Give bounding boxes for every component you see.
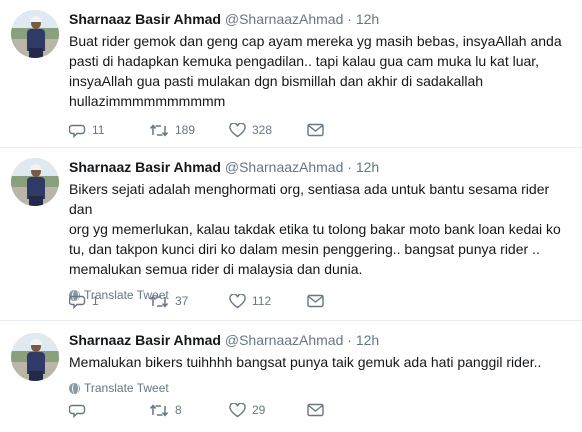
- globe-icon: [69, 382, 80, 394]
- avatar[interactable]: [11, 10, 59, 58]
- reply-icon: [69, 124, 86, 138]
- separator-dot: ·: [347, 159, 352, 175]
- tweet-header: Sharnaaz Basir Ahmad @SharnaazAhmad · 12…: [69, 331, 570, 349]
- like-count: 112: [252, 294, 272, 308]
- direct-message-button[interactable]: [307, 294, 324, 308]
- retweet-button[interactable]: 37: [149, 294, 229, 309]
- like-button[interactable]: 328: [229, 122, 307, 138]
- avatar[interactable]: [11, 158, 59, 206]
- author-handle[interactable]: @SharnaazAhmad: [225, 159, 344, 175]
- tweet[interactable]: Sharnaaz Basir Ahmad @SharnaazAhmad · 12…: [0, 0, 582, 148]
- tweet[interactable]: Sharnaaz Basir Ahmad @SharnaazAhmad · 12…: [0, 148, 582, 321]
- tweet-actions: 8 29: [69, 400, 324, 420]
- reply-icon: [69, 404, 86, 418]
- tweet-text-line: Memalukan bikers tuihhhh bangsat punya t…: [69, 354, 542, 370]
- tweet-actions: 11 189 328: [69, 120, 324, 140]
- tweet-timestamp[interactable]: 12h: [356, 159, 379, 175]
- heart-icon: [229, 293, 246, 308]
- author-name[interactable]: Sharnaaz Basir Ahmad: [69, 159, 221, 175]
- tweet-text-line: insyaAllah gua pasti mulakan dgn bismill…: [69, 73, 484, 89]
- author-name[interactable]: Sharnaaz Basir Ahmad: [69, 11, 221, 27]
- tweet-text-line: tu, dan takpon kunci diri ko dalam mesin…: [69, 241, 540, 257]
- reply-count: 1: [92, 294, 99, 308]
- tweet[interactable]: Sharnaaz Basir Ahmad @SharnaazAhmad · 12…: [0, 321, 582, 432]
- tweet-header: Sharnaaz Basir Ahmad @SharnaazAhmad · 12…: [69, 10, 570, 28]
- direct-message-button[interactable]: [307, 123, 324, 137]
- author-name[interactable]: Sharnaaz Basir Ahmad: [69, 332, 221, 348]
- like-button[interactable]: 29: [229, 402, 307, 418]
- retweet-button[interactable]: 189: [149, 123, 229, 138]
- direct-message-button[interactable]: [307, 403, 324, 417]
- author-handle[interactable]: @SharnaazAhmad: [225, 332, 344, 348]
- heart-icon: [229, 122, 246, 137]
- translate-tweet-label: Translate Tweet: [84, 381, 169, 395]
- reply-button[interactable]: 1: [69, 294, 149, 309]
- reply-button[interactable]: 11: [69, 123, 149, 138]
- avatar[interactable]: [11, 333, 59, 381]
- retweet-button[interactable]: 8: [149, 403, 229, 418]
- tweet-timestamp[interactable]: 12h: [356, 332, 379, 348]
- tweet-text-line: org yg memerlukan, kalau takdak etika tu…: [69, 221, 561, 237]
- tweet-header: Sharnaaz Basir Ahmad @SharnaazAhmad · 12…: [69, 158, 570, 176]
- retweet-count: 37: [175, 294, 189, 308]
- like-count: 29: [252, 403, 266, 417]
- tweet-text: Buat rider gemok dan geng cap ayam merek…: [69, 31, 570, 111]
- reply-count: 11: [92, 123, 105, 137]
- separator-dot: ·: [347, 11, 352, 27]
- tweet-text-line: memalukan semua rider di malaysia dan du…: [69, 261, 363, 277]
- reply-button[interactable]: [69, 403, 149, 418]
- tweet-text-line: Bikers sejati adalah menghormati org, se…: [69, 181, 550, 217]
- like-button[interactable]: 112: [229, 293, 307, 309]
- envelope-icon: [307, 403, 324, 417]
- tweet-timestamp[interactable]: 12h: [356, 11, 379, 27]
- author-handle[interactable]: @SharnaazAhmad: [225, 11, 344, 27]
- tweet-text: Memalukan bikers tuihhhh bangsat punya t…: [69, 352, 570, 372]
- reply-icon: [69, 295, 86, 309]
- tweet-text-line: pasti di hadapkan kemuka pengadilan.. ta…: [69, 53, 540, 69]
- tweet-text: Bikers sejati adalah menghormati org, se…: [69, 179, 570, 279]
- tweet-actions: 1 37 112: [69, 291, 324, 311]
- like-count: 328: [252, 123, 273, 137]
- translate-tweet-link[interactable]: Translate Tweet: [69, 380, 570, 396]
- retweet-count: 189: [175, 123, 196, 137]
- retweet-icon: [149, 294, 169, 308]
- envelope-icon: [307, 123, 324, 137]
- retweet-count: 8: [175, 403, 182, 417]
- retweet-icon: [149, 403, 169, 417]
- heart-icon: [229, 402, 246, 417]
- tweet-text-line: hullazimmmmmmmmmm: [69, 93, 226, 109]
- separator-dot: ·: [347, 332, 352, 348]
- tweet-text-line: Buat rider gemok dan geng cap ayam merek…: [69, 33, 562, 49]
- envelope-icon: [307, 294, 324, 308]
- retweet-icon: [149, 123, 169, 137]
